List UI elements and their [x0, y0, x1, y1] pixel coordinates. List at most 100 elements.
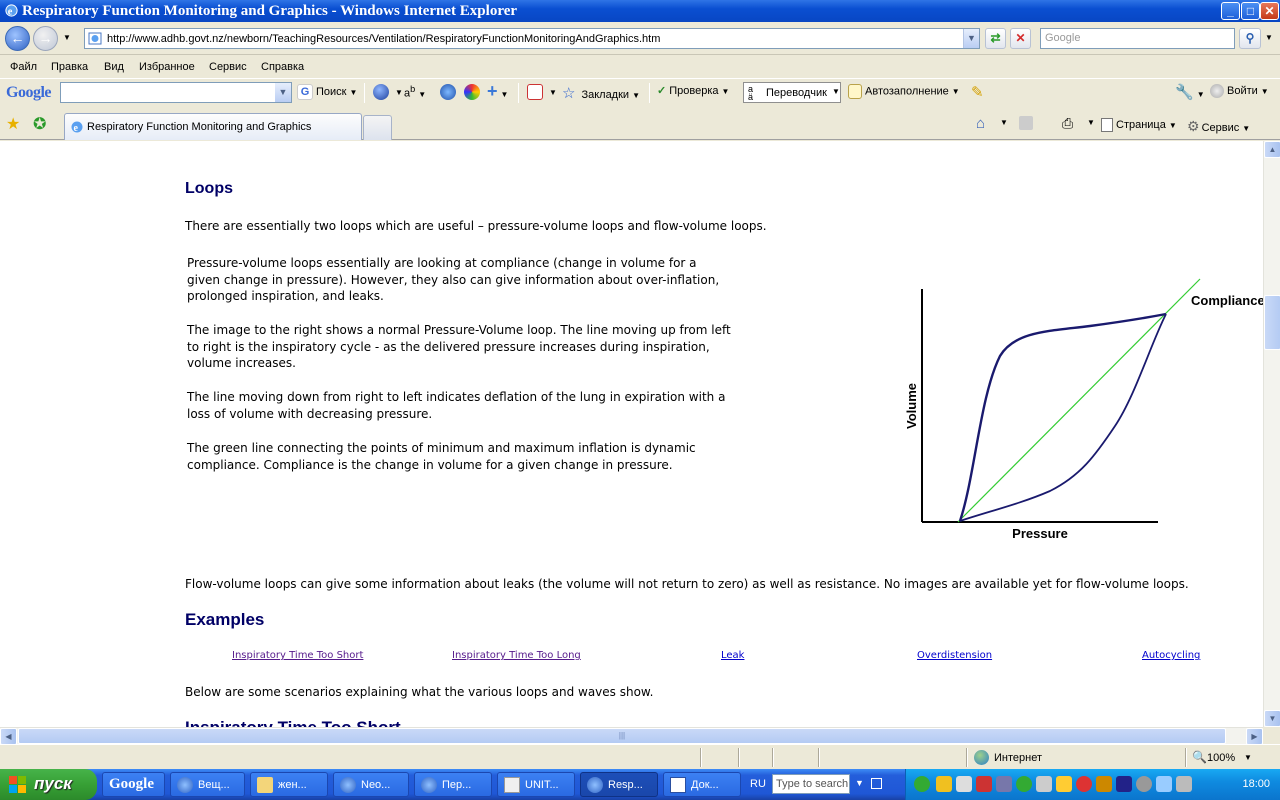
back-button[interactable]: ← [5, 26, 30, 51]
highlight-icon[interactable]: ✎ [971, 83, 984, 101]
task-resp-active[interactable]: Resp... [580, 772, 658, 797]
task-ie-3[interactable]: Пер... [414, 772, 492, 797]
tray-chrome-icon[interactable] [1076, 776, 1092, 792]
tray-device-icon[interactable] [1036, 776, 1052, 792]
spellcheck-label: Проверка [669, 85, 719, 97]
scroll-left-icon[interactable]: ◀ [0, 728, 17, 745]
signin-button[interactable]: Войти ▼ [1210, 84, 1269, 98]
taskbar-search-input[interactable] [773, 775, 849, 793]
tray-cable-icon[interactable] [1156, 776, 1172, 792]
tab-active[interactable]: e Respiratory Function Monitoring and Gr… [64, 113, 362, 140]
spellcheck-button[interactable]: ✓ Проверка ▼ [657, 84, 729, 97]
add-favorite-icon[interactable]: ✪ [33, 114, 46, 134]
autofill-button[interactable]: Автозаполнение ▼ [848, 84, 960, 99]
task-google-label: Google [109, 776, 154, 792]
refresh-button[interactable]: ⇄ [985, 28, 1006, 49]
tab-label: Respiratory Function Monitoring and Grap… [87, 121, 312, 133]
tray-computer-icon[interactable] [1176, 776, 1192, 792]
link-inspiratory-time-too-short[interactable]: Inspiratory Time Too Short [232, 650, 363, 661]
task-google[interactable]: Google [102, 772, 165, 797]
shield-icon[interactable] [936, 776, 952, 792]
pagerank-icon[interactable]: ▼ [373, 84, 403, 100]
taskbar: пуск Google Вещ... жен... Neo... Пер... … [0, 769, 1280, 800]
tray-update-icon[interactable] [1016, 776, 1032, 792]
link-leak[interactable]: Leak [721, 650, 744, 661]
search-dropdown-icon[interactable]: ▼ [855, 778, 864, 788]
tray-display-icon[interactable] [996, 776, 1012, 792]
volume-icon[interactable] [1056, 776, 1072, 792]
new-tab-button[interactable] [363, 115, 392, 140]
zoom-dropdown-icon[interactable]: ▼ [1244, 753, 1252, 762]
globe-icon[interactable] [440, 84, 459, 100]
examples-heading: Examples [185, 610, 265, 629]
tray-media-icon[interactable] [1096, 776, 1112, 792]
menu-file[interactable]: Файл [10, 61, 37, 73]
tray-antivirus-icon[interactable] [976, 776, 992, 792]
minimize-button[interactable]: _ [1221, 2, 1240, 20]
favorites-star-icon[interactable]: ★ [6, 114, 20, 134]
task-word[interactable]: Док... [663, 772, 741, 797]
horizontal-scrollbar[interactable]: ◀ ||| ▶ [0, 727, 1263, 745]
search-input[interactable] [1041, 29, 1231, 47]
tray-disc-icon[interactable] [1136, 776, 1152, 792]
task-ie-2[interactable]: Neo... [333, 772, 409, 797]
task-ie-1[interactable]: Вещ... [170, 772, 245, 797]
google-search-input[interactable] [61, 83, 271, 101]
close-button[interactable]: ✕ [1260, 2, 1279, 20]
url-dropdown-icon[interactable]: ▼ [963, 29, 979, 48]
picasa-icon[interactable] [464, 84, 483, 100]
menu-tools[interactable]: Сервис [209, 61, 247, 73]
task-unit[interactable]: UNIT... [497, 772, 575, 797]
translator-dropdown-icon[interactable]: ▼ [832, 87, 840, 96]
menu-view[interactable]: Вид [104, 61, 124, 73]
popup-blocker-icon[interactable]: ▼ [527, 84, 557, 100]
scroll-right-icon[interactable]: ▶ [1246, 728, 1263, 745]
bookmarks-button[interactable]: ☆ Закладки ▼ [562, 84, 640, 102]
google-search-dropdown-icon[interactable]: ▼ [275, 83, 291, 102]
scroll-up-icon[interactable]: ▲ [1264, 141, 1280, 158]
zoom-icon[interactable]: 🔍 [1192, 750, 1207, 764]
page-menu[interactable]: Страница ▼ [1101, 118, 1177, 132]
home-dropdown-icon[interactable]: ▼ [1000, 118, 1008, 127]
tray-app-icon[interactable] [914, 776, 930, 792]
menu-favorites[interactable]: Избранное [139, 61, 195, 73]
maximize-button[interactable]: □ [1241, 2, 1260, 20]
wrench-icon[interactable]: 🔧 ▼ [1175, 83, 1205, 101]
horizontal-scroll-thumb[interactable]: ||| [18, 728, 1226, 744]
vertical-scrollbar[interactable]: ▲ ▼ [1263, 141, 1280, 727]
vertical-scroll-thumb[interactable] [1264, 295, 1280, 350]
url-text[interactable]: http://www.adhb.govt.nz/newborn/Teaching… [107, 33, 660, 45]
tray-network-icon[interactable] [956, 776, 972, 792]
menu-help[interactable]: Справка [261, 61, 304, 73]
link-inspiratory-time-too-long[interactable]: Inspiratory Time Too Long [452, 650, 581, 661]
history-dropdown-icon[interactable]: ▼ [63, 33, 71, 42]
stop-button[interactable]: ✕ [1010, 28, 1031, 49]
print-dropdown-icon[interactable]: ▼ [1087, 118, 1095, 127]
link-autocycling[interactable]: Autocycling [1142, 650, 1200, 661]
start-button[interactable]: пуск [0, 769, 97, 800]
tools-menu[interactable]: ⚙ Сервис ▼ [1187, 118, 1250, 135]
print-icon[interactable]: ⎙ [1062, 115, 1073, 132]
task-folder[interactable]: жен... [250, 772, 328, 797]
scroll-down-icon[interactable]: ▼ [1264, 710, 1280, 727]
taskbar-search-field[interactable] [772, 774, 850, 794]
feeds-icon[interactable] [1019, 116, 1033, 130]
add-button-icon[interactable]: + ▼ [487, 82, 508, 100]
zoom-level[interactable]: 100% [1207, 752, 1235, 764]
search-options-icon[interactable]: ▼ [1265, 33, 1273, 42]
search-field[interactable] [1040, 28, 1235, 49]
url-field[interactable]: http://www.adhb.govt.nz/newborn/Teaching… [84, 28, 980, 49]
search-icon[interactable]: ⚲ [1239, 28, 1261, 49]
menu-edit[interactable]: Правка [51, 61, 88, 73]
desktop-icon[interactable] [871, 778, 882, 789]
translator-button[interactable]: aä Переводчик ▼ [743, 82, 841, 103]
language-indicator[interactable]: RU [750, 778, 766, 790]
tray-monitor-icon[interactable] [1116, 776, 1132, 792]
google-search-button[interactable]: G Поиск ▼ [297, 84, 357, 100]
link-overdistension[interactable]: Overdistension [917, 650, 992, 661]
forward-button[interactable]: → [33, 26, 58, 51]
google-search-field[interactable]: ▼ [60, 82, 292, 103]
translate-icon[interactable]: ab▼ [404, 84, 426, 100]
home-icon[interactable]: ⌂ [976, 115, 985, 132]
clock[interactable]: 18:00 [1242, 778, 1270, 790]
